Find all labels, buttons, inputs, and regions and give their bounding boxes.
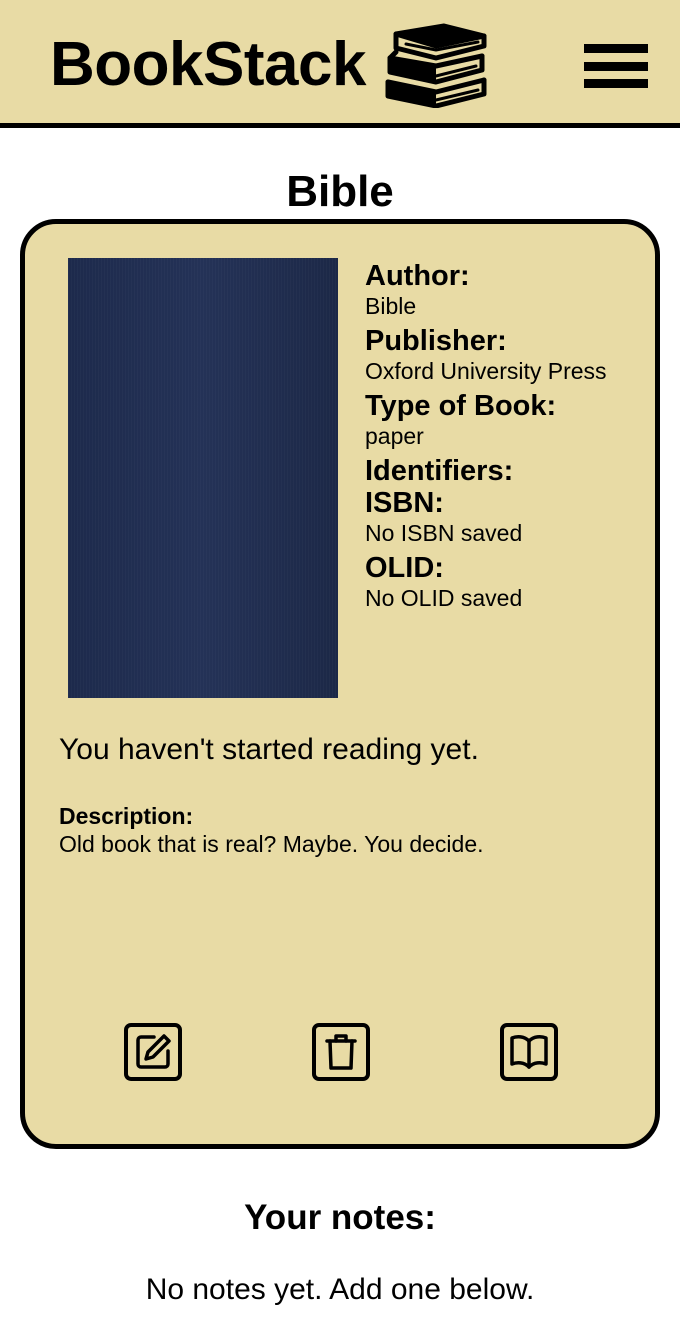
description-label: Description: [59,803,194,829]
app-name: BookStack [50,30,366,99]
identifiers-label: Identifiers: [365,455,514,487]
edit-book-button[interactable] [124,1023,182,1081]
isbn-label: ISBN: [365,487,444,519]
publisher-label: Publisher: [365,325,507,357]
menu-bar [584,79,648,88]
reading-status: You haven't started reading yet. [59,733,479,766]
notes-empty-message: No notes yet. Add one below. [145,1273,535,1306]
edit-icon [136,1034,171,1069]
book-details: Author: Bible Publisher: Oxford Universi… [365,260,625,617]
olid-label: OLID: [365,552,444,584]
open-book-icon [510,1035,548,1069]
type-label: Type of Book: [365,390,557,422]
author-value: Bible [365,293,417,319]
book-title: Bible [286,167,394,216]
description-text: Old book that is real? Maybe. You decide… [59,831,484,857]
menu-bar [584,44,648,53]
cover-texture [68,258,338,698]
menu-bar [584,61,648,71]
hamburger-menu-icon[interactable] [584,44,648,88]
book-cover-image [68,258,338,698]
trash-icon [325,1034,357,1070]
notes-heading: Your notes: [244,1198,436,1237]
read-book-button[interactable] [500,1023,558,1081]
publisher-value: Oxford University Press [365,358,607,384]
brand-logo[interactable]: BookStack [50,22,490,108]
isbn-value: No ISBN saved [365,520,523,546]
olid-value: No OLID saved [365,585,523,611]
delete-book-button[interactable] [312,1023,370,1081]
type-value: paper [365,423,424,449]
books-stack-icon [385,23,487,108]
app-header: BookStack [0,0,680,128]
author-label: Author: [365,260,470,292]
book-card: Author: Bible Publisher: Oxford Universi… [20,219,660,1149]
